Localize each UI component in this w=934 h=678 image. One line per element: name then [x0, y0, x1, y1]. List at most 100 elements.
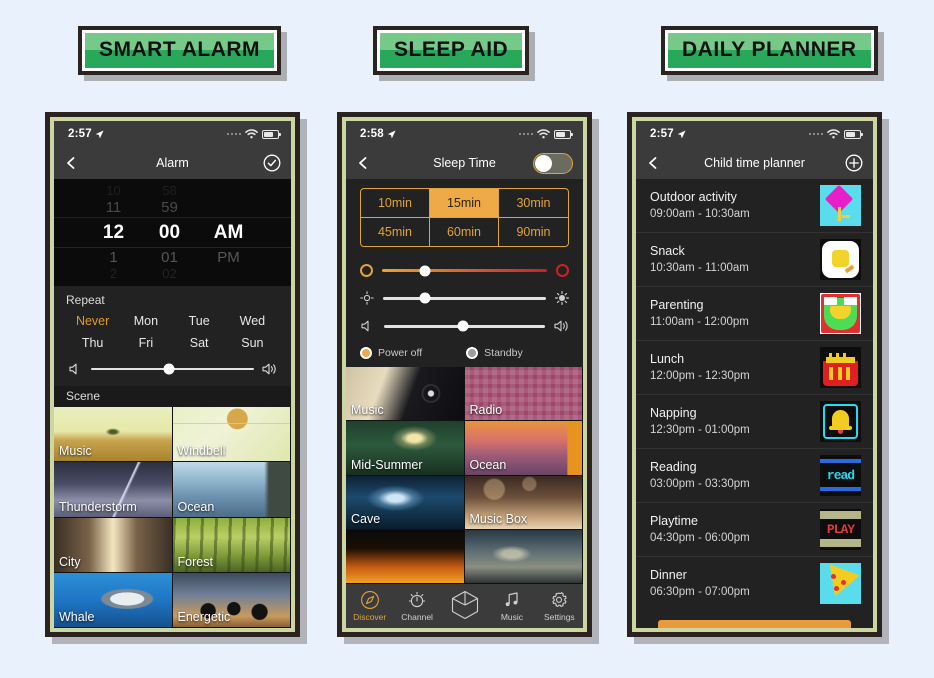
- sound-cell-sunset[interactable]: [464, 529, 583, 584]
- location-arrow-icon: [677, 129, 686, 138]
- scene-cell-ocean[interactable]: Ocean: [172, 462, 291, 518]
- confirm-button[interactable]: [263, 154, 281, 172]
- list-item[interactable]: Outdoor activity 09:00am - 10:30am: [636, 179, 873, 233]
- slider-knob[interactable]: [163, 363, 175, 375]
- brightness-slider[interactable]: [383, 292, 546, 304]
- scene-cell-city[interactable]: City: [54, 517, 173, 573]
- picker-row-far-bottom: 2 02: [54, 267, 291, 280]
- item-time: 04:30pm - 06:00pm: [650, 532, 750, 544]
- planner-list[interactable]: Outdoor activity 09:00am - 10:30am Snack…: [636, 179, 873, 628]
- list-item[interactable]: Dinner 06:30pm - 07:00pm: [636, 557, 873, 610]
- list-item[interactable]: Reading 03:00pm - 03:30pm read: [636, 449, 873, 503]
- tab-label: Music: [500, 612, 524, 622]
- chevron-left-icon[interactable]: [64, 156, 78, 170]
- tab-music[interactable]: Music: [488, 590, 535, 622]
- repeat-day-thu[interactable]: Thu: [66, 332, 119, 354]
- sound-cell-midsummer[interactable]: Mid-Summer: [346, 421, 465, 476]
- list-item[interactable]: Lunch 12:00pm - 12:30pm: [636, 341, 873, 395]
- picker-ampm-selected[interactable]: AM: [198, 218, 260, 247]
- list-item[interactable]: Snack 10:30am - 11:00am: [636, 233, 873, 287]
- chevron-left-icon[interactable]: [356, 156, 370, 170]
- kite-icon: [820, 185, 861, 226]
- repeat-days[interactable]: Never Mon Tue Wed Thu Fri Sat Sun: [66, 310, 279, 354]
- wifi-icon: [537, 129, 550, 139]
- list-item[interactable]: Playtime 04:30pm - 06:00pm PLAY: [636, 503, 873, 557]
- power-mode-radios[interactable]: Power off Standby: [346, 340, 583, 367]
- radio-standby[interactable]: Standby: [466, 347, 523, 359]
- item-text: Reading 03:00pm - 03:30pm: [650, 459, 750, 492]
- list-item[interactable]: Napping 12:30pm - 01:00pm: [636, 395, 873, 449]
- list-item[interactable]: Parenting 11:00am - 12:00pm: [636, 287, 873, 341]
- repeat-day-fri[interactable]: Fri: [119, 332, 172, 354]
- repeat-panel: Repeat Never Mon Tue Wed Thu Fri Sat Sun: [54, 286, 291, 386]
- toggle-switch-on[interactable]: [533, 152, 573, 174]
- scene-cell-energetic[interactable]: Energetic: [172, 572, 291, 628]
- tab-discover[interactable]: Discover: [346, 590, 393, 622]
- sleep-toggle[interactable]: [533, 152, 573, 174]
- phone-daily-planner: 2:57 Child time planner Outdoor activity…: [627, 112, 882, 637]
- repeat-day-sat[interactable]: Sat: [173, 332, 226, 354]
- duration-selector[interactable]: 10min 15min 30min 45min 60min 90min: [346, 179, 583, 253]
- scene-grid[interactable]: Music Windbell Thunderstorm Ocean City F…: [54, 407, 291, 628]
- scene-cell-forest[interactable]: Forest: [172, 517, 291, 573]
- sound-cell-musicbox[interactable]: Music Box: [464, 475, 583, 530]
- duration-option-60min[interactable]: 60min: [430, 218, 499, 246]
- tab-bar[interactable]: Discover Channel Music Settings: [346, 584, 583, 628]
- color-temperature-slider[interactable]: [382, 265, 547, 276]
- sound-cell-ocean[interactable]: Ocean: [464, 421, 583, 476]
- check-circle-icon[interactable]: [263, 154, 281, 172]
- sound-cell-music[interactable]: Music: [346, 367, 465, 422]
- slider-knob[interactable]: [419, 292, 431, 304]
- volume-slider-row[interactable]: [360, 312, 569, 340]
- repeat-day-wed[interactable]: Wed: [226, 310, 279, 332]
- slider-knob[interactable]: [457, 320, 469, 332]
- status-time-group: 2:57: [68, 128, 104, 140]
- repeat-day-mon[interactable]: Mon: [119, 310, 172, 332]
- sound-cell-label: Ocean: [469, 457, 507, 472]
- slider-knob[interactable]: [419, 265, 431, 276]
- ok-button[interactable]: O K: [658, 620, 851, 628]
- volume-slider-row[interactable]: [66, 354, 279, 378]
- item-title: Parenting: [650, 298, 704, 312]
- sound-cell-radio[interactable]: Radio: [464, 367, 583, 422]
- repeat-day-tue[interactable]: Tue: [173, 310, 226, 332]
- duration-option-90min[interactable]: 90min: [499, 218, 568, 246]
- speaker-high-icon: [262, 363, 276, 375]
- chevron-left-icon[interactable]: [646, 156, 660, 170]
- plus-circle-icon[interactable]: [845, 154, 863, 172]
- picker-ampm: [198, 198, 260, 217]
- sound-scene-grid[interactable]: Music Radio Mid-Summer Ocean Cave Music …: [346, 367, 583, 584]
- duration-option-45min[interactable]: 45min: [361, 218, 430, 246]
- duration-option-10min[interactable]: 10min: [361, 189, 430, 218]
- scene-cell-thunderstorm[interactable]: Thunderstorm: [54, 462, 173, 518]
- sound-cell-fire[interactable]: [346, 529, 465, 584]
- scene-cell-windbell[interactable]: Windbell: [172, 407, 291, 463]
- picker-row-selected[interactable]: 12 00 AM: [54, 217, 291, 248]
- status-bar: 2:58: [346, 121, 583, 147]
- picker-hour-selected[interactable]: 12: [86, 218, 142, 247]
- volume-slider[interactable]: [91, 363, 254, 375]
- sound-thumb: [346, 529, 464, 583]
- repeat-day-never[interactable]: Never: [66, 310, 119, 332]
- page-title: Child time planner: [704, 156, 805, 170]
- item-title: Outdoor activity: [650, 190, 737, 204]
- sound-cell-cave[interactable]: Cave: [346, 475, 465, 530]
- tab-channel[interactable]: Channel: [393, 590, 440, 622]
- tab-label: Discover: [353, 612, 387, 622]
- tab-settings[interactable]: Settings: [536, 590, 583, 622]
- duration-option-15min[interactable]: 15min: [430, 189, 499, 218]
- volume-slider[interactable]: [384, 320, 545, 332]
- repeat-day-sun[interactable]: Sun: [226, 332, 279, 354]
- radio-power-off[interactable]: Power off: [360, 347, 422, 359]
- add-button[interactable]: [845, 154, 863, 172]
- tab-cube[interactable]: [441, 590, 488, 622]
- color-temperature-slider-row[interactable]: [360, 257, 569, 284]
- item-time: 11:00am - 12:00pm: [650, 316, 749, 328]
- picker-minute-selected[interactable]: 00: [142, 218, 198, 247]
- scene-cell-music[interactable]: Music: [54, 407, 173, 463]
- scene-cell-whale[interactable]: Whale: [54, 572, 173, 628]
- badge-label: SMART ALARM: [99, 38, 261, 61]
- brightness-slider-row[interactable]: [360, 284, 569, 312]
- duration-option-30min[interactable]: 30min: [499, 189, 568, 218]
- time-picker[interactable]: 10 58 11 59 12 00 AM 1 01 PM 2 02: [54, 179, 291, 286]
